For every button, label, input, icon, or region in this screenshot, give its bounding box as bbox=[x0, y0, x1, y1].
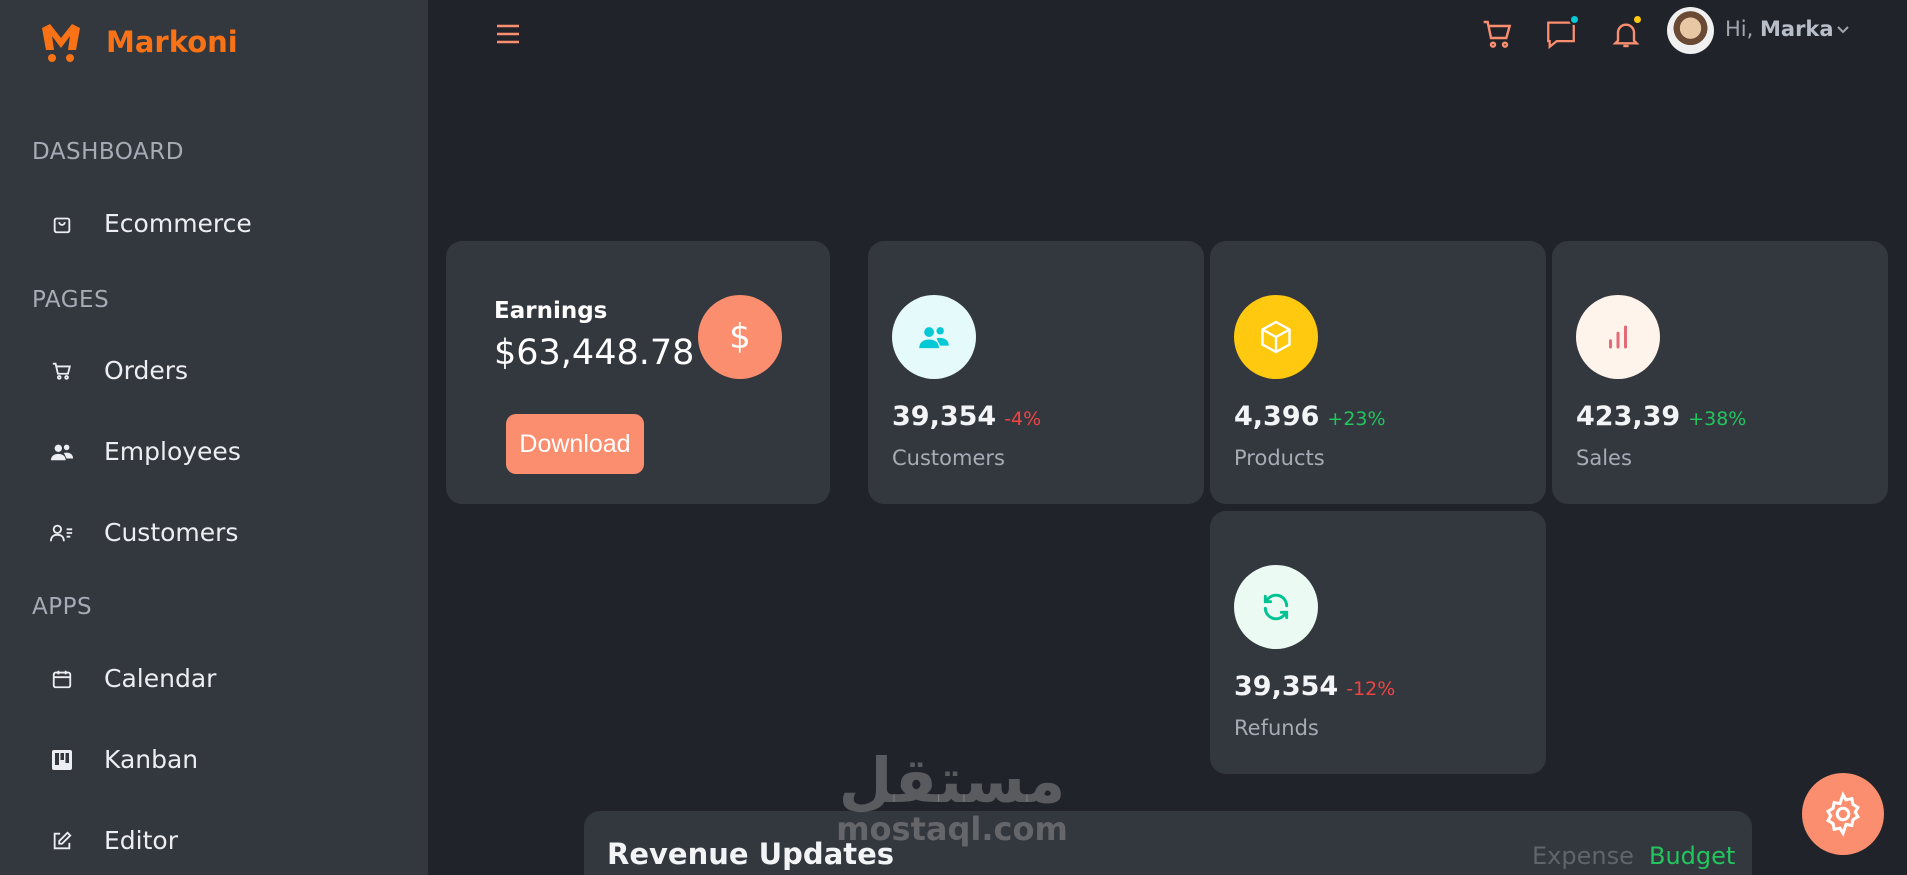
menu-toggle-button[interactable] bbox=[493, 19, 523, 49]
earnings-value: $63,448.78 bbox=[494, 333, 695, 373]
sidebar-item-ecommerce[interactable]: Ecommerce bbox=[48, 209, 252, 238]
section-title-apps: APPS bbox=[32, 594, 93, 620]
stat-change: +23% bbox=[1327, 408, 1386, 430]
brand-logo[interactable]: Markoni bbox=[38, 20, 238, 64]
stat-value: 423,39 +38% bbox=[1576, 401, 1747, 432]
stat-card-products: 4,396 +23% Products bbox=[1210, 241, 1546, 504]
stat-label: Products bbox=[1234, 446, 1325, 470]
bell-notification-dot bbox=[1632, 14, 1643, 25]
stat-value: 4,396 +23% bbox=[1234, 401, 1386, 432]
user-name: Marka bbox=[1760, 17, 1834, 41]
sidebar-item-calendar[interactable]: Calendar bbox=[48, 664, 216, 693]
chevron-down-icon[interactable] bbox=[1836, 22, 1850, 36]
bar-chart-icon[interactable] bbox=[1576, 295, 1660, 379]
cart-icon bbox=[1483, 20, 1512, 48]
shopping-bag-icon bbox=[48, 210, 76, 238]
calendar-icon bbox=[48, 665, 76, 693]
greeting-text: Hi, bbox=[1725, 17, 1754, 41]
sidebar-item-editor[interactable]: Editor bbox=[48, 826, 178, 855]
sidebar-item-employees[interactable]: Employees bbox=[48, 437, 241, 466]
sidebar: Markoni DASHBOARD Ecommerce PAGES Orders… bbox=[0, 0, 428, 875]
stat-change: -4% bbox=[1004, 408, 1042, 430]
people-icon bbox=[48, 438, 76, 466]
notifications-button[interactable] bbox=[1606, 14, 1646, 54]
watermark-arabic: مستقل bbox=[838, 744, 1066, 817]
stat-card-refunds: 39,354 -12% Refunds bbox=[1210, 511, 1546, 774]
section-title-dashboard: DASHBOARD bbox=[32, 139, 184, 165]
cart-button[interactable] bbox=[1477, 14, 1517, 54]
sidebar-item-kanban[interactable]: Kanban bbox=[48, 745, 198, 774]
revenue-updates-card: Revenue Updates Expense Budget bbox=[584, 811, 1752, 875]
brand-name: Markoni bbox=[106, 25, 238, 59]
stat-change: +38% bbox=[1688, 408, 1747, 430]
sidebar-item-orders[interactable]: Orders bbox=[48, 356, 188, 385]
customers-icon[interactable] bbox=[892, 295, 976, 379]
chat-notification-dot bbox=[1569, 14, 1580, 25]
box-icon[interactable] bbox=[1234, 295, 1318, 379]
stat-label: Refunds bbox=[1234, 716, 1319, 740]
hamburger-icon bbox=[497, 24, 519, 44]
stat-value: 39,354 -4% bbox=[892, 401, 1042, 432]
legend-expense: Expense bbox=[1532, 842, 1634, 870]
markoni-logo-icon bbox=[42, 24, 80, 62]
stat-label: Customers bbox=[892, 446, 1005, 470]
gear-icon bbox=[1825, 791, 1861, 837]
section-title-pages: PAGES bbox=[32, 287, 110, 313]
stat-card-sales: 423,39 +38% Sales bbox=[1552, 241, 1888, 504]
earnings-card: Earnings $63,448.78 $ Download bbox=[446, 241, 830, 504]
watermark: مستقل mostaql.com bbox=[836, 744, 1068, 848]
dollar-icon: $ bbox=[698, 295, 782, 379]
download-button[interactable]: Download bbox=[506, 414, 644, 474]
kanban-icon bbox=[48, 746, 76, 774]
cart-icon bbox=[48, 357, 76, 385]
user-avatar[interactable] bbox=[1667, 7, 1714, 54]
earnings-title: Earnings bbox=[494, 298, 608, 324]
stat-value: 39,354 -12% bbox=[1234, 671, 1396, 702]
watermark-latin: mostaql.com bbox=[836, 810, 1068, 848]
user-list-icon bbox=[48, 519, 76, 547]
stat-label: Sales bbox=[1576, 446, 1632, 470]
stat-change: -12% bbox=[1346, 678, 1396, 700]
refresh-icon[interactable] bbox=[1234, 565, 1318, 649]
sidebar-item-customers[interactable]: Customers bbox=[48, 518, 238, 547]
settings-button[interactable] bbox=[1802, 773, 1884, 855]
stat-card-customers: 39,354 -4% Customers bbox=[868, 241, 1204, 504]
edit-icon bbox=[48, 827, 76, 855]
chat-button[interactable] bbox=[1541, 14, 1581, 54]
legend-budget: Budget bbox=[1649, 842, 1736, 870]
user-greeting[interactable]: Hi, Marka bbox=[1725, 17, 1834, 41]
